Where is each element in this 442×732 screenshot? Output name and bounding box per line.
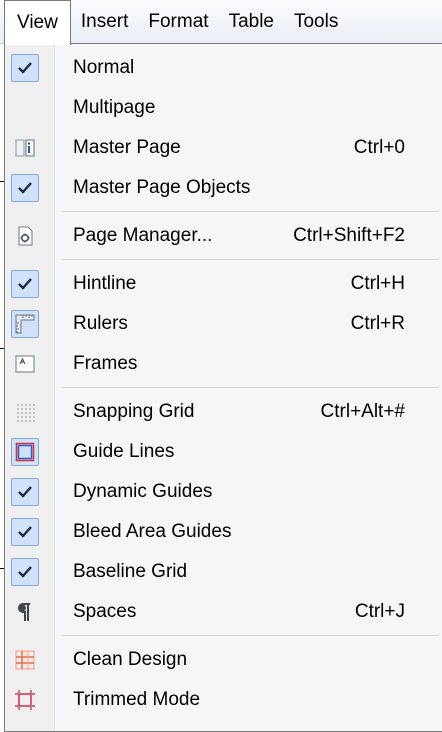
menu-format-label: Format	[148, 11, 209, 32]
menu-separator	[5, 384, 442, 392]
screenshot-stage: View Insert Format Table Tools Normal Mu…	[0, 0, 442, 732]
menu-insert-label: Insert	[80, 11, 129, 32]
check-icon	[11, 518, 39, 546]
pilcrow-icon	[11, 598, 39, 626]
menu-item-hintline[interactable]: Hintline Ctrl+H	[5, 264, 442, 304]
menu-item-shortcut: Ctrl+R	[350, 313, 405, 334]
check-icon	[11, 270, 39, 298]
menu-table-label: Table	[228, 11, 274, 32]
menu-item-rulers[interactable]: Rulers Ctrl+R	[5, 304, 442, 344]
menu-separator	[5, 256, 442, 264]
snapping-grid-icon	[11, 398, 39, 426]
menu-item-label: Baseline Grid	[73, 561, 188, 582]
menu-item-label: Guide Lines	[73, 441, 175, 462]
check-icon	[11, 558, 39, 586]
menu-item-label: Frames	[73, 353, 138, 374]
menu-item-spaces[interactable]: Spaces Ctrl+J	[5, 592, 442, 632]
menu-view[interactable]: View	[4, 0, 71, 45]
rulers-icon	[11, 310, 39, 338]
menu-item-label: Page Manager...	[73, 225, 213, 246]
menu-item-label: Normal	[73, 57, 135, 78]
page-manager-icon	[11, 222, 39, 250]
menu-separator	[5, 632, 442, 640]
menu-item-clean-design[interactable]: Clean Design	[5, 640, 442, 680]
menu-table[interactable]: Table	[219, 0, 284, 43]
menu-item-label: Bleed Area Guides	[73, 521, 232, 542]
menu-items: Normal Multipage Master Page Ctrl+0 Mast…	[5, 48, 442, 720]
menu-item-frames[interactable]: Frames	[5, 344, 442, 384]
menu-insert[interactable]: Insert	[71, 0, 139, 43]
menu-item-baseline-grid[interactable]: Baseline Grid	[5, 552, 442, 592]
menu-item-label: Snapping Grid	[73, 401, 195, 422]
menu-format[interactable]: Format	[138, 0, 218, 43]
check-icon	[11, 174, 39, 202]
menu-item-label: Rulers	[73, 313, 128, 334]
menu-item-label: Master Page	[73, 137, 181, 158]
check-icon	[11, 478, 39, 506]
frames-icon	[11, 350, 39, 378]
menu-item-label: Multipage	[73, 97, 156, 118]
menu-item-snapping-grid[interactable]: Snapping Grid Ctrl+Alt+#	[5, 392, 442, 432]
menu-view-label: View	[17, 12, 58, 33]
menu-item-page-manager[interactable]: Page Manager... Ctrl+Shift+F2	[5, 216, 442, 256]
menu-item-label: Clean Design	[73, 649, 188, 670]
menu-item-label: Spaces	[73, 601, 137, 622]
menu-item-bleed-area-guides[interactable]: Bleed Area Guides	[5, 512, 442, 552]
menu-separator	[5, 208, 442, 216]
menu-item-trimmed-mode[interactable]: Trimmed Mode	[5, 680, 442, 720]
menu-item-label: Master Page Objects	[73, 177, 251, 198]
guide-lines-icon	[11, 438, 39, 466]
menu-item-shortcut: Ctrl+Alt+#	[320, 401, 405, 422]
menu-item-label: Trimmed Mode	[73, 689, 201, 710]
menu-tools-label: Tools	[293, 11, 339, 32]
menu-item-label: Dynamic Guides	[73, 481, 213, 502]
menu-item-shortcut: Ctrl+J	[354, 601, 405, 622]
menu-item-shortcut: Ctrl+0	[353, 137, 405, 158]
menu-item-normal[interactable]: Normal	[5, 48, 442, 88]
menu-bar: View Insert Format Table Tools	[0, 0, 442, 45]
view-dropdown-menu: Normal Multipage Master Page Ctrl+0 Mast…	[4, 43, 442, 732]
menu-item-label: Hintline	[73, 273, 137, 294]
trimmed-mode-icon	[11, 686, 39, 714]
menu-tools[interactable]: Tools	[284, 0, 348, 43]
menu-item-master-page-objects[interactable]: Master Page Objects	[5, 168, 442, 208]
menu-item-guide-lines[interactable]: Guide Lines	[5, 432, 442, 472]
clean-design-icon	[11, 646, 39, 674]
menu-item-dynamic-guides[interactable]: Dynamic Guides	[5, 472, 442, 512]
menu-item-shortcut: Ctrl+Shift+F2	[293, 225, 405, 246]
check-icon	[11, 54, 39, 82]
master-page-icon	[11, 134, 39, 162]
menu-item-multipage[interactable]: Multipage	[5, 88, 442, 128]
menu-item-master-page[interactable]: Master Page Ctrl+0	[5, 128, 442, 168]
menu-item-shortcut: Ctrl+H	[350, 273, 405, 294]
